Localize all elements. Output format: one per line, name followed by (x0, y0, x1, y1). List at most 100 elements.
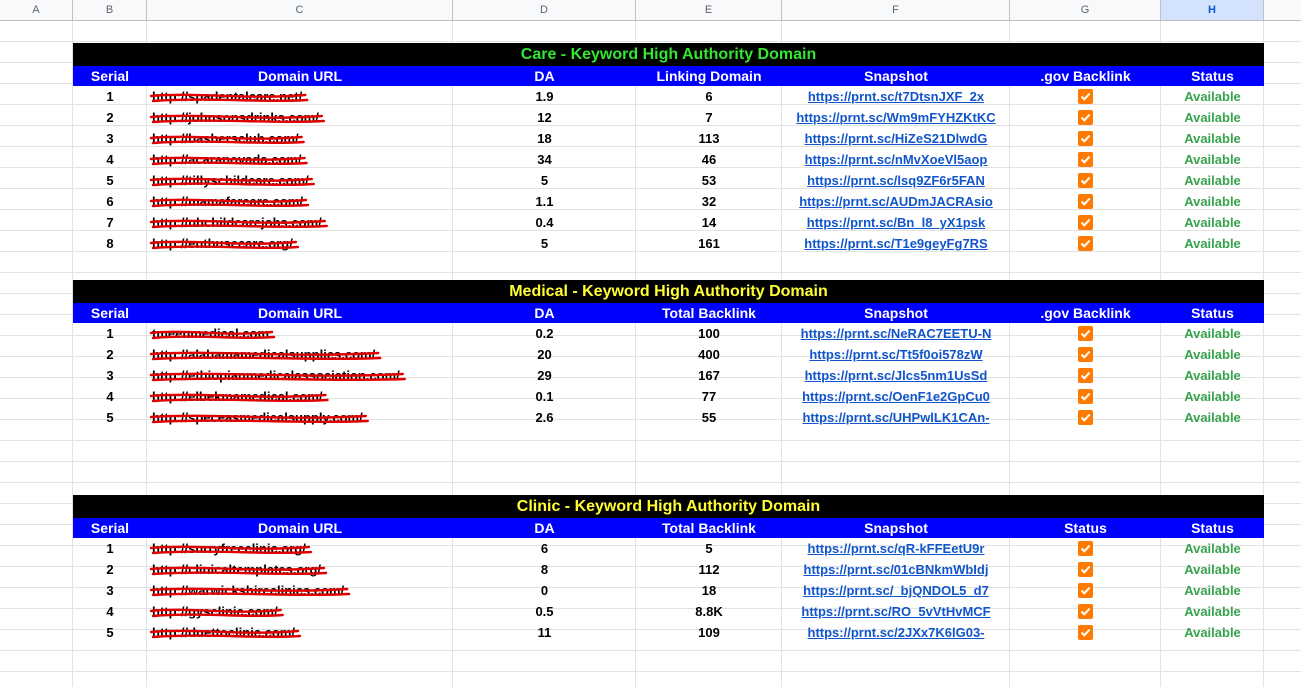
checked-checkbox-icon[interactable] (1078, 347, 1093, 362)
status-cell[interactable]: Available (1161, 407, 1264, 428)
backlink-count-cell[interactable]: 7 (636, 107, 782, 128)
checkbox-cell[interactable] (1010, 365, 1161, 386)
column-header-b[interactable]: B (73, 0, 147, 20)
da-cell[interactable]: 5 (453, 233, 636, 254)
checkbox-cell[interactable] (1010, 622, 1161, 643)
status-cell[interactable]: Available (1161, 323, 1264, 344)
checkbox-cell[interactable] (1010, 212, 1161, 233)
snapshot-link[interactable]: https://prnt.sc/Bn_l8_yX1psk (807, 215, 985, 230)
da-cell[interactable]: 11 (453, 622, 636, 643)
backlink-count-cell[interactable]: 400 (636, 344, 782, 365)
snapshot-link[interactable]: https://prnt.sc/Wm9mFYHZKtKC (796, 110, 995, 125)
snapshot-cell[interactable]: https://prnt.sc/qR-kFFEetU9r (782, 538, 1010, 559)
backlink-count-cell[interactable]: 5 (636, 538, 782, 559)
status-cell[interactable]: Available (1161, 580, 1264, 601)
backlink-count-cell[interactable]: 77 (636, 386, 782, 407)
da-cell[interactable]: 1.9 (453, 86, 636, 107)
checked-checkbox-icon[interactable] (1078, 604, 1093, 619)
header-cell[interactable]: Status (1161, 303, 1264, 323)
status-cell[interactable]: Available (1161, 344, 1264, 365)
da-cell[interactable]: 8 (453, 559, 636, 580)
header-cell[interactable]: Snapshot (782, 518, 1010, 538)
header-cell[interactable]: Total Backlink (636, 303, 782, 323)
backlink-count-cell[interactable]: 113 (636, 128, 782, 149)
header-cell[interactable]: Serial (73, 303, 147, 323)
header-cell[interactable]: Total Backlink (636, 518, 782, 538)
checkbox-cell[interactable] (1010, 407, 1161, 428)
da-cell[interactable]: 29 (453, 365, 636, 386)
snapshot-cell[interactable]: https://prnt.sc/lsq9ZF6r5FAN (782, 170, 1010, 191)
status-cell[interactable]: Available (1161, 191, 1264, 212)
snapshot-link[interactable]: https://prnt.sc/Jlcs5nm1UsSd (805, 368, 988, 383)
domain-url-cell[interactable]: http://alabamamedicalsupplies.com/ (73, 344, 453, 365)
domain-url-cell[interactable]: http://acaranovada.com/ (73, 149, 453, 170)
header-cell[interactable]: Linking Domain (636, 66, 782, 86)
snapshot-link[interactable]: https://prnt.sc/UHPwlLK1CAn- (802, 410, 989, 425)
status-cell[interactable]: Available (1161, 365, 1264, 386)
da-cell[interactable]: 0 (453, 580, 636, 601)
da-cell[interactable]: 1.1 (453, 191, 636, 212)
domain-url-cell[interactable]: tmeenmedical.com (73, 323, 453, 344)
checked-checkbox-icon[interactable] (1078, 410, 1093, 425)
header-cell[interactable]: DA (453, 518, 636, 538)
backlink-count-cell[interactable]: 109 (636, 622, 782, 643)
snapshot-link[interactable]: https://prnt.sc/HiZeS21DlwdG (805, 131, 988, 146)
checked-checkbox-icon[interactable] (1078, 326, 1093, 341)
snapshot-cell[interactable]: https://prnt.sc/t7DtsnJXF_2x (782, 86, 1010, 107)
domain-url-cell[interactable]: http://mamafarcare.com/ (73, 191, 453, 212)
checkbox-cell[interactable] (1010, 601, 1161, 622)
da-cell[interactable]: 18 (453, 128, 636, 149)
column-header-g[interactable]: G (1010, 0, 1161, 20)
checked-checkbox-icon[interactable] (1078, 625, 1093, 640)
snapshot-link[interactable]: https://prnt.sc/Tt5f0oi578zW (809, 347, 982, 362)
snapshot-cell[interactable]: https://prnt.sc/NeRAC7EETU-N (782, 323, 1010, 344)
snapshot-link[interactable]: https://prnt.sc/T1e9geyFg7RS (804, 236, 987, 251)
checkbox-cell[interactable] (1010, 107, 1161, 128)
domain-url-cell[interactable]: http://nhchildcarejobs.com/ (73, 212, 453, 233)
snapshot-cell[interactable]: https://prnt.sc/Jlcs5nm1UsSd (782, 365, 1010, 386)
domain-url-cell[interactable]: http://speceasmedicalsupply.com/ (73, 407, 453, 428)
status-cell[interactable]: Available (1161, 601, 1264, 622)
header-cell[interactable]: Domain URL (147, 518, 453, 538)
checked-checkbox-icon[interactable] (1078, 152, 1093, 167)
status-cell[interactable]: Available (1161, 386, 1264, 407)
status-cell[interactable]: Available (1161, 538, 1264, 559)
domain-url-cell[interactable]: http://johnsonsdrinks.com/ (73, 107, 453, 128)
backlink-count-cell[interactable]: 8.8K (636, 601, 782, 622)
domain-url-cell[interactable]: http://bashersclub.com/ (73, 128, 453, 149)
status-cell[interactable]: Available (1161, 170, 1264, 191)
checkbox-cell[interactable] (1010, 86, 1161, 107)
domain-url-cell[interactable]: http://warwickshireclinics.com/ (73, 580, 453, 601)
column-header-c[interactable]: C (147, 0, 453, 20)
header-cell[interactable]: Snapshot (782, 66, 1010, 86)
checked-checkbox-icon[interactable] (1078, 110, 1093, 125)
backlink-count-cell[interactable]: 161 (636, 233, 782, 254)
checked-checkbox-icon[interactable] (1078, 89, 1093, 104)
domain-url-cell[interactable]: http://ethiopianmedicalassociation.com/ (73, 365, 453, 386)
checkbox-cell[interactable] (1010, 538, 1161, 559)
da-cell[interactable]: 0.1 (453, 386, 636, 407)
checkbox-cell[interactable] (1010, 128, 1161, 149)
da-cell[interactable]: 0.4 (453, 212, 636, 233)
checked-checkbox-icon[interactable] (1078, 236, 1093, 251)
checkbox-cell[interactable] (1010, 170, 1161, 191)
header-cell[interactable]: Serial (73, 66, 147, 86)
column-header-f[interactable]: F (782, 0, 1010, 20)
column-header-d[interactable]: D (453, 0, 636, 20)
snapshot-cell[interactable]: https://prnt.sc/Tt5f0oi578zW (782, 344, 1010, 365)
status-cell[interactable]: Available (1161, 86, 1264, 107)
snapshot-link[interactable]: https://prnt.sc/qR-kFFEetU9r (808, 541, 985, 556)
checked-checkbox-icon[interactable] (1078, 583, 1093, 598)
domain-url-cell[interactable]: http://clinicaltemplates.org/ (73, 559, 453, 580)
da-cell[interactable]: 0.2 (453, 323, 636, 344)
backlink-count-cell[interactable]: 14 (636, 212, 782, 233)
snapshot-cell[interactable]: https://prnt.sc/Bn_l8_yX1psk (782, 212, 1010, 233)
backlink-count-cell[interactable]: 100 (636, 323, 782, 344)
column-header-a[interactable]: A (0, 0, 73, 20)
snapshot-cell[interactable]: https://prnt.sc/Wm9mFYHZKtKC (782, 107, 1010, 128)
status-cell[interactable]: Available (1161, 559, 1264, 580)
header-cell[interactable]: Snapshot (782, 303, 1010, 323)
domain-url-cell[interactable]: http://gysclinic.com/ (73, 601, 453, 622)
snapshot-link[interactable]: https://prnt.sc/NeRAC7EETU-N (801, 326, 992, 341)
status-cell[interactable]: Available (1161, 107, 1264, 128)
